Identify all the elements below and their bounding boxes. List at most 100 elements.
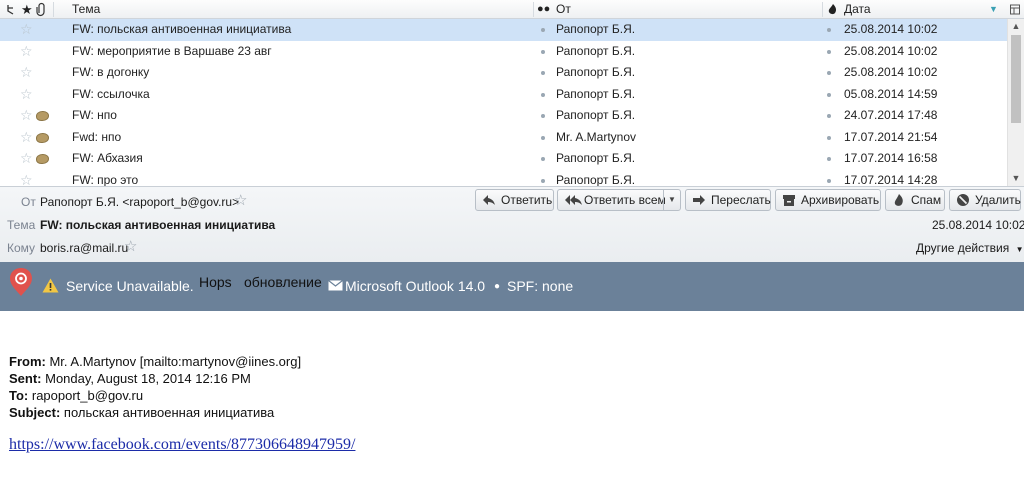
column-picker-icon[interactable] <box>1009 0 1021 19</box>
chevron-down-icon: ▼ <box>1015 245 1024 254</box>
column-header-separator <box>822 2 823 17</box>
quoted-from-line: From: Mr. A.Martynov [mailto:martynov@ii… <box>9 353 301 370</box>
message-date: 17.07.2014 21:54 <box>844 129 938 144</box>
star-icon[interactable]: ☆ <box>20 84 33 105</box>
tag-icon <box>36 111 49 121</box>
junk-status-icon[interactable] <box>827 178 831 183</box>
update-link[interactable]: обновление <box>244 258 322 307</box>
quoted-to-label: To: <box>9 388 29 403</box>
message-row[interactable]: ☆ FW: мероприятие в Варшаве 23 авг Рапопор… <box>0 41 1007 63</box>
read-status-icon[interactable] <box>541 178 545 183</box>
message-date: 25.08.2014 10:02 <box>844 22 938 36</box>
message-subject: Fwd: нпо <box>72 129 122 144</box>
read-status-column-icon[interactable]: ●● <box>537 0 550 19</box>
quoted-subject-label: Subject: <box>9 405 61 420</box>
star-icon[interactable]: ☆ <box>234 191 247 209</box>
junk-status-icon[interactable] <box>827 49 831 54</box>
message-row[interactable]: ☆ FW: в догонку Рапопорт Б.Я. 25.08.2014 10… <box>0 62 1007 84</box>
scroll-down-icon[interactable]: ▼ <box>1008 171 1024 185</box>
message-date: 25.08.2014 10:02 <box>844 65 938 79</box>
scroll-up-icon[interactable]: ▲ <box>1008 19 1024 33</box>
junk-status-icon[interactable] <box>827 114 831 118</box>
message-list-header: ★ Тема ●● От Дата ▼ <box>0 0 1024 19</box>
delete-button[interactable]: Удалить <box>949 189 1021 211</box>
message-list-scrollbar[interactable]: ▲ ▼ <box>1007 19 1024 186</box>
quoted-from-label: From: <box>9 354 46 369</box>
message-row[interactable]: ☆ FW: Абхазия Рапопорт Б.Я. 17.07.2014 16:5… <box>0 148 1007 170</box>
star-icon[interactable]: ☆ <box>20 41 33 62</box>
thread-column-icon[interactable] <box>5 0 19 19</box>
column-header-subject[interactable]: Тема <box>72 0 100 19</box>
message-date: 24.07.2014 17:48 <box>844 108 938 122</box>
scrollbar-thumb[interactable] <box>1011 35 1021 123</box>
reply-all-dropdown-icon[interactable]: ▼ <box>668 190 676 210</box>
message-row[interactable]: ☆ FW: польская антивоенная инициатива Рапо… <box>0 19 1007 41</box>
star-icon[interactable]: ☆ <box>20 105 33 126</box>
column-separator <box>533 2 534 17</box>
mail-service-banner: Service Unavailable. Hops обновление Mic… <box>0 262 1024 311</box>
bullet-icon: ● <box>494 281 501 292</box>
tag-icon <box>36 132 49 143</box>
message-subject: FW: нпо <box>72 108 117 122</box>
message-rows: ☆ FW: польская антивоенная инициатива Рапо… <box>0 19 1007 186</box>
forward-button-label: Переслать <box>711 193 771 207</box>
forward-icon <box>692 193 706 207</box>
message-body: From: Mr. A.Martynov [mailto:martynov@ii… <box>0 311 1024 492</box>
column-separator <box>53 2 54 17</box>
message-sender: Рапопорт Б.Я. <box>556 22 636 36</box>
message-date: 25.08.2014 10:02 <box>844 43 938 58</box>
archive-button[interactable]: Архивировать <box>775 189 881 211</box>
column-header-date[interactable]: Дата <box>844 0 871 19</box>
read-status-icon[interactable] <box>541 28 545 32</box>
junk-status-icon[interactable] <box>827 28 831 32</box>
sender-address[interactable]: Рапопорт Б.Я. <rapoport_b@gov.ru> <box>40 195 239 209</box>
spf-status-text: SPF: none <box>507 278 574 294</box>
junk-status-icon[interactable] <box>827 135 831 140</box>
reply-button-label: Ответить <box>501 193 553 207</box>
hops-link[interactable]: Hops <box>199 258 232 307</box>
other-actions-label: Другие действия <box>916 241 1010 255</box>
junk-status-icon[interactable] <box>827 157 831 161</box>
read-status-icon[interactable] <box>541 49 545 54</box>
reply-all-button[interactable]: Ответить всем ▼ <box>557 189 681 211</box>
tag-icon <box>36 154 49 164</box>
recipient-star-icon[interactable]: ☆ <box>124 237 137 255</box>
junk-status-column-icon[interactable] <box>827 0 839 19</box>
reply-button[interactable]: Ответить <box>475 189 554 211</box>
recipient-address[interactable]: boris.ra@mail.ru <box>40 241 128 255</box>
star-icon[interactable]: ☆ <box>20 62 33 83</box>
junk-status-icon[interactable] <box>827 71 831 75</box>
star-icon[interactable]: ☆ <box>20 19 33 40</box>
delete-icon <box>956 193 970 207</box>
message-subject: FW: про это <box>72 172 139 187</box>
read-status-icon[interactable] <box>541 92 545 97</box>
column-header-from[interactable]: От <box>556 0 571 19</box>
message-row[interactable]: ☆ FW: ссылочка Рапопорт Б.Я. 05.08.2014 14:… <box>0 84 1007 106</box>
envelope-icon <box>328 262 343 311</box>
service-unavailable-text: Service Unavailable. <box>66 278 194 294</box>
star-column-icon[interactable]: ★ <box>21 0 33 19</box>
read-status-icon[interactable] <box>541 157 545 161</box>
star-icon[interactable]: ☆ <box>20 127 33 148</box>
star-icon[interactable]: ☆ <box>20 170 33 187</box>
message-sender: Mr. A.Martynov <box>556 129 637 144</box>
read-status-icon[interactable] <box>541 135 545 140</box>
reply-all-button-label: Ответить всем <box>584 193 666 207</box>
facebook-event-link[interactable]: https://www.facebook.com/events/87730664… <box>9 436 355 454</box>
message-row[interactable]: ☆ FW: про это Рапопорт Б.Я. 17.07.2014 14:2… <box>0 170 1007 187</box>
forward-button[interactable]: Переслать <box>685 189 771 211</box>
sort-descending-icon: ▼ <box>989 4 998 14</box>
spam-button[interactable]: Спам <box>885 189 945 211</box>
message-row[interactable]: ☆ FW: нпо Рапопорт Б.Я. 24.07.2014 17:48 <box>0 105 1007 127</box>
read-status-icon[interactable] <box>541 114 545 118</box>
mail-client-window: ★ Тема ●● От Дата ▼ ☆ FW: польская антиво… <box>0 0 1024 492</box>
reply-all-icon <box>564 193 582 207</box>
star-icon[interactable]: ☆ <box>20 148 33 169</box>
other-actions-menu[interactable]: Другие действия ▼ <box>916 241 1023 255</box>
junk-status-icon[interactable] <box>827 92 831 97</box>
message-row[interactable]: ☆ Fwd: нпо Mr. A.Martynov 17.07.2014 21:54 <box>0 127 1007 149</box>
attachment-column-icon[interactable] <box>35 0 47 19</box>
read-status-icon[interactable] <box>541 71 545 75</box>
reply-icon <box>482 193 496 207</box>
message-subject: FW: Абхазия <box>72 151 143 165</box>
